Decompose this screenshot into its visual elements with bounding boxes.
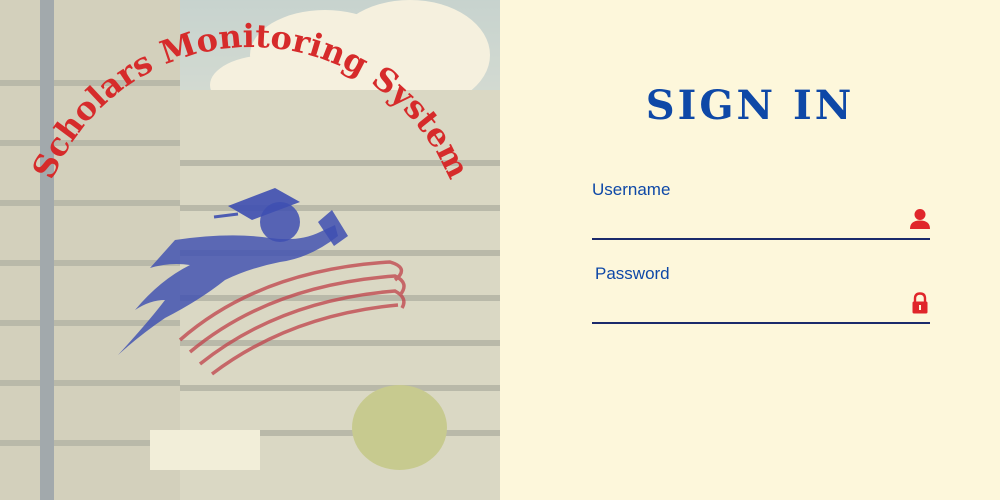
username-field: Username	[592, 180, 930, 250]
username-input[interactable]	[592, 204, 902, 234]
username-label: Username	[592, 180, 671, 199]
signin-panel: SIGN IN Username Password	[500, 0, 1000, 500]
scholars-logo: Scholars Monitoring System	[24, 17, 478, 376]
password-field: Password	[592, 264, 930, 334]
hero-panel: Scholars Monitoring System	[0, 0, 500, 500]
password-input[interactable]	[595, 288, 905, 318]
password-underline	[592, 322, 930, 324]
signin-title: SIGN IN	[645, 82, 855, 129]
username-underline	[592, 238, 930, 240]
password-label: Password	[595, 264, 670, 283]
logo-text: Scholars Monitoring System	[24, 17, 477, 184]
user-icon	[910, 209, 930, 229]
lock-icon	[912, 292, 928, 314]
